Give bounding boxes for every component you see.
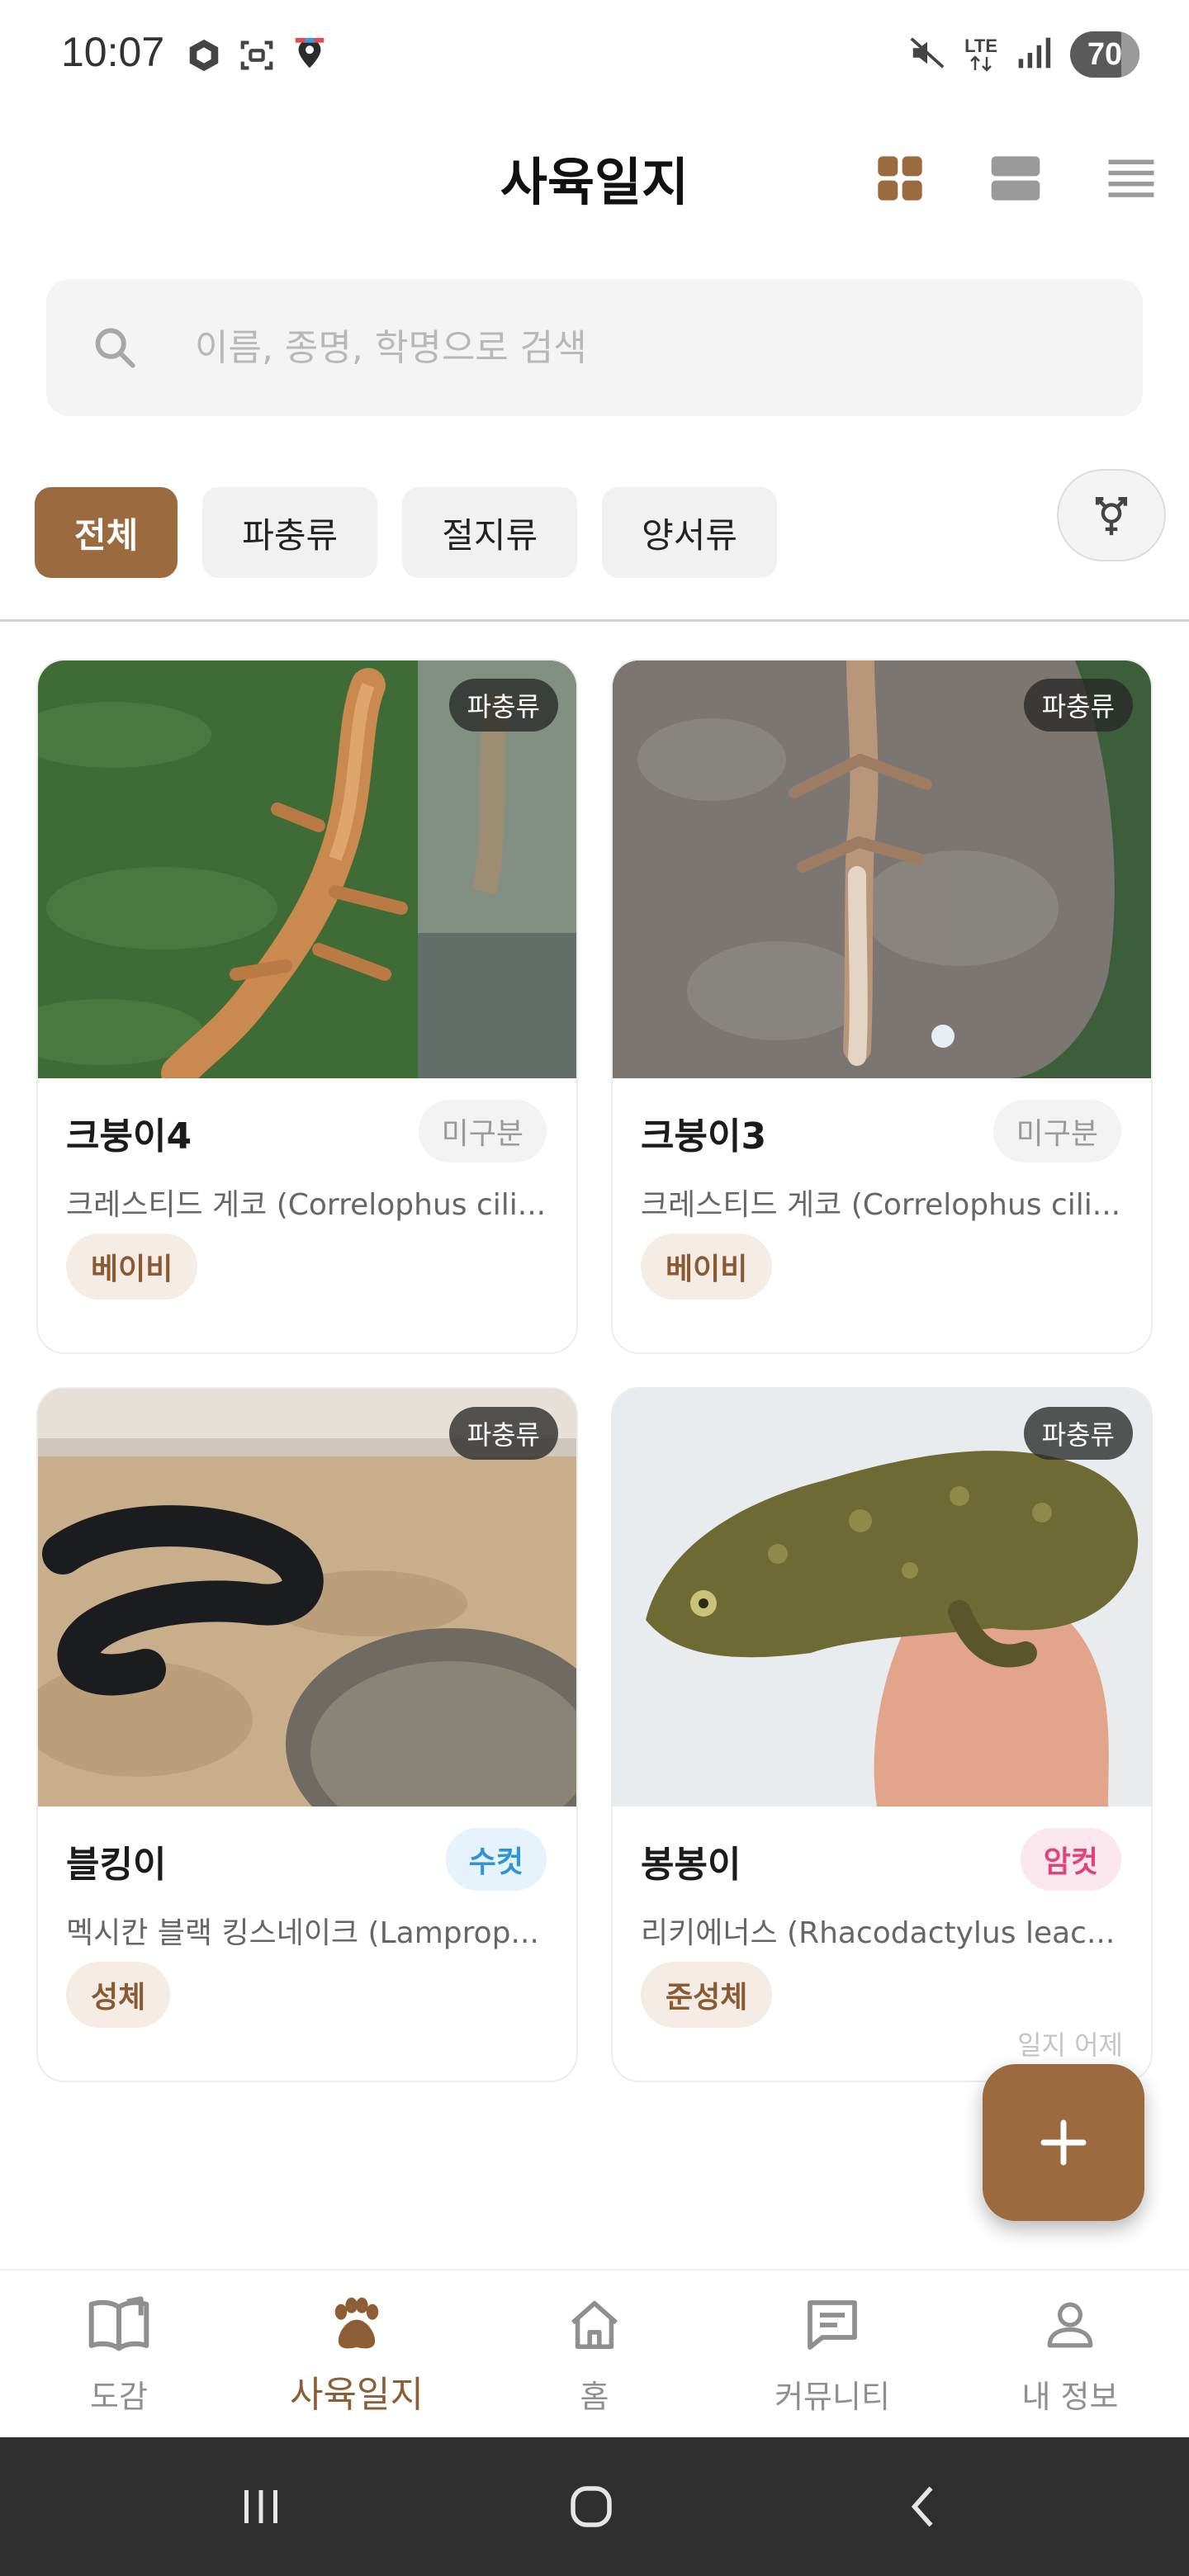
location-pin-icon [289, 35, 330, 76]
status-notification-icons [183, 35, 330, 76]
card-view-button[interactable] [986, 149, 1045, 208]
sex-badge: 수컷 [445, 1828, 547, 1891]
system-navigation-bar [0, 2437, 1189, 2576]
back-button[interactable] [892, 2474, 958, 2540]
type-badge: 파충류 [1023, 679, 1133, 732]
cube-icon [183, 35, 225, 76]
status-system-icons: LTE 70 [908, 31, 1139, 78]
add-journal-button[interactable] [983, 2064, 1144, 2221]
nav-item-community[interactable]: 커뮤니티 [713, 2271, 951, 2437]
nav-label: 홈 [580, 2379, 609, 2415]
nav-item-journal[interactable]: 사육일지 [238, 2271, 476, 2437]
nav-item-home[interactable]: 홈 [476, 2271, 713, 2437]
section-divider [0, 619, 1189, 622]
type-badge: 파충류 [448, 679, 558, 732]
species-text: 크레스티드 게코 (Correlophus cili... [641, 1188, 1121, 1222]
nav-label: 내 정보 [1021, 2379, 1119, 2415]
growth-stage-badge: 준성체 [641, 1962, 773, 2028]
signal-icon [1016, 35, 1052, 74]
search-bar[interactable] [46, 279, 1143, 416]
grid-view-button[interactable] [870, 149, 930, 208]
growth-stage-badge: 성체 [66, 1962, 171, 2028]
search-icon [91, 324, 139, 375]
last-log-note: 일지 어제 [1017, 2029, 1123, 2061]
app-header: 사육일지 [0, 124, 1189, 231]
person-icon [1035, 2294, 1105, 2356]
sex-badge: 미구분 [992, 1100, 1121, 1163]
chat-icon [798, 2294, 867, 2356]
species-text: 리키에너스 (Rhacodactylus leac... [641, 1916, 1116, 1950]
filter-chip-reptile[interactable]: 파충류 [202, 487, 378, 578]
home-button[interactable] [558, 2474, 624, 2540]
home-icon [560, 2294, 629, 2356]
bottom-navigation: 도감 사육일지 홈 커뮤니티 내 정보 [0, 2269, 1189, 2437]
sex-badge: 미구분 [418, 1100, 547, 1163]
animal-name: 크붕이4 [66, 1115, 192, 1158]
filter-chip-arthropod[interactable]: 절지류 [402, 487, 578, 578]
filter-chip-all[interactable]: 전체 [35, 487, 178, 578]
nav-label: 사육일지 [290, 2374, 424, 2416]
search-input[interactable] [195, 279, 1103, 416]
nav-item-encyclopedia[interactable]: 도감 [0, 2271, 238, 2437]
nav-item-profile[interactable]: 내 정보 [951, 2271, 1189, 2437]
nav-label: 커뮤니티 [775, 2379, 890, 2415]
animal-name: 블킹이 [66, 1844, 167, 1886]
species-text: 크레스티드 게코 (Correlophus cili... [66, 1188, 547, 1222]
battery-indicator: 70 [1070, 31, 1139, 78]
animal-card[interactable]: 파충류 크붕이4 미구분 크레스티드 게코 (Correlophus cili.… [36, 659, 578, 1354]
growth-stage-badge: 베이비 [66, 1234, 198, 1300]
nav-label: 도감 [90, 2379, 148, 2415]
mute-icon [908, 34, 946, 75]
grid-icon [878, 156, 922, 201]
network-type: LTE [964, 37, 997, 72]
filter-chip-amphibian[interactable]: 양서류 [602, 487, 778, 578]
back-arrow-icon [911, 2486, 933, 2527]
stacked-cards-icon [991, 156, 1040, 201]
plus-icon [1040, 2119, 1087, 2166]
data-arrows-icon [970, 55, 992, 72]
status-time: 10:07 [61, 29, 165, 75]
animal-name: 봉봉이 [641, 1844, 741, 1886]
type-badge: 파충류 [1023, 1407, 1133, 1460]
growth-stage-badge: 베이비 [641, 1234, 773, 1300]
list-icon [1108, 159, 1154, 197]
animal-name: 크붕이3 [641, 1115, 767, 1158]
status-bar: 10:07 LTE 70 [0, 0, 1189, 116]
paw-icon [322, 2294, 391, 2356]
sex-badge: 암컷 [1020, 1828, 1121, 1891]
category-filter-chips: 전체 파충류 절지류 양서류 [35, 487, 778, 578]
gender-filter-button[interactable] [1057, 469, 1166, 561]
animal-card[interactable]: 파충류 크붕이3 미구분 크레스티드 게코 (Correlophus cili.… [611, 659, 1153, 1354]
animal-card[interactable]: 파충류 봉봉이 암컷 리키에너스 (Rhacodactylus leac... … [611, 1387, 1153, 2082]
book-icon [84, 2294, 154, 2356]
gender-icon [1095, 497, 1128, 536]
recent-apps-button[interactable] [228, 2474, 294, 2540]
animal-card[interactable]: 파충류 블킹이 수컷 멕시칸 블랙 킹스네이크 (Lamprop... 성체 [36, 1387, 578, 2082]
screenshot-icon [236, 35, 277, 76]
recent-apps-icon [244, 2490, 277, 2523]
species-text: 멕시칸 블랙 킹스네이크 (Lamprop... [66, 1916, 539, 1950]
list-view-button[interactable] [1101, 149, 1161, 208]
home-circle-icon [571, 2486, 612, 2527]
type-badge: 파충류 [448, 1407, 558, 1460]
